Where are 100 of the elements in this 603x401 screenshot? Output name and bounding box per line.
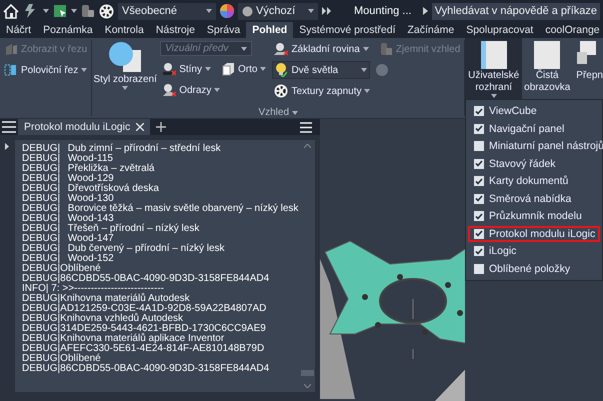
menu-item[interactable]: Protokol modulu iLogic (468, 226, 600, 242)
menu-icon[interactable] (300, 122, 312, 132)
log-line: DEBUG| Wood-147 (22, 234, 114, 244)
ribbon-tab[interactable]: Systémové prostředí (293, 22, 402, 38)
log-line: DEBUG|86CDBD55-0BAC-4090-9D3D-3158FE844AD4 (22, 364, 270, 374)
visual-style-button[interactable]: Styl zobrazení (92, 38, 158, 107)
log-line: DEBUG|Oblíbené (22, 264, 101, 274)
caret-icon (71, 9, 77, 13)
lighting-dropdown[interactable]: Dvě světla (272, 61, 370, 79)
color-wheel-icon[interactable] (220, 4, 234, 18)
blank-window-icon (533, 40, 562, 70)
group-label: Vzhled (258, 107, 290, 118)
log-line: DEBUG| Třešeň – přírodní – nízký lesk (22, 224, 200, 234)
log-line: DEBUG|Knihovna materiálů Autodesk (22, 294, 190, 304)
menu-item[interactable]: Stavový řádek (468, 156, 600, 172)
home-icon[interactable] (3, 4, 19, 18)
log-line: DEBUG|Knihovna vzhledů Autodesk (22, 314, 184, 324)
cube-section-icon (4, 42, 18, 56)
document-title: Mounting ... (354, 5, 412, 17)
figure-reflection-icon (162, 83, 176, 97)
menu-item[interactable]: iLogic (468, 243, 600, 260)
log-line: DEBUG| Wood-152 (22, 254, 114, 264)
ribbon-tab[interactable]: Nástroje (150, 22, 201, 38)
log-line: DEBUG|314DE259-5443-4621-BFBD-1730C6CC9AE9 (22, 324, 267, 334)
cursor-window-icon[interactable] (53, 4, 67, 18)
caret-icon (204, 67, 211, 71)
caret-icon (260, 67, 266, 71)
caret-icon (122, 86, 128, 90)
menu-icon[interactable] (2, 121, 16, 133)
checkbox[interactable] (474, 141, 484, 152)
log-line: DEBUG| Dub zimní – přírodní – střední lesk (22, 144, 222, 154)
log-line: DEBUG|AFEFC330-5E61-4E24-814F-AE810148B79D (22, 344, 266, 354)
cube-icon (220, 62, 235, 76)
log-line: DEBUG| Wood-129 (22, 174, 114, 184)
ortho-button[interactable]: Orto (218, 61, 268, 77)
checkbox[interactable] (474, 194, 484, 204)
textures-button[interactable]: Textury zapnuty (272, 83, 462, 99)
figure-shadow-icon (162, 62, 176, 76)
log-panel-tab[interactable]: Protokol modulu iLogic (18, 119, 150, 135)
help-search-field[interactable]: Vyhledávat v nápovědě a příkaze (432, 2, 600, 20)
checkbox[interactable] (474, 176, 484, 186)
ribbon-tab[interactable]: Pohled (246, 22, 294, 38)
database-icon[interactable] (81, 4, 95, 18)
half-section-button[interactable]: Poloviční řez (2, 62, 90, 78)
menu-item[interactable]: Karty dokumentů (468, 173, 600, 190)
log-line: DEBUG| Wood-143 (22, 214, 114, 224)
double-chevron-icon[interactable] (322, 7, 332, 15)
checkbox[interactable] (474, 124, 484, 134)
ribbon-tab[interactable]: Správa (200, 22, 246, 38)
ribbon-tab[interactable]: coolOrange (539, 22, 603, 38)
log-line: DEBUG|86CDBD55-0BAC-4090-9D3D-3158FE844AD4 (22, 274, 270, 284)
ribbon-tab[interactable]: Poznámka (37, 22, 99, 38)
database-icon (380, 42, 393, 56)
log-line: DEBUG| Dub červený – přírodní – nízký lesk (22, 244, 226, 254)
expand-arrow-icon[interactable] (5, 143, 9, 150)
close-icon[interactable] (136, 123, 144, 131)
caret-icon (362, 47, 369, 51)
log-line: DEBUG| Wood-130 (22, 194, 114, 204)
ribbon-tab[interactable]: Začínáme (402, 22, 460, 38)
caret-icon (308, 9, 314, 13)
shadows-button[interactable]: Stíny (160, 61, 213, 77)
checkbox[interactable] (474, 228, 484, 239)
chevron-up-icon[interactable] (304, 144, 311, 148)
checkered-ball-icon[interactable] (99, 4, 114, 18)
checkbox[interactable] (474, 106, 484, 116)
log-line: DEBUG| Dřevotřísková deska (22, 184, 160, 194)
log-line: DEBUG|Oblíbené (22, 354, 101, 364)
log-line: DEBUG|Knihovna materiálů aplikace Inventor (22, 334, 224, 344)
scrollbar-thumb[interactable] (301, 370, 314, 376)
light-bulb-icon (275, 63, 288, 77)
chevron-down-icon[interactable] (304, 384, 311, 388)
add-icon[interactable] (156, 122, 166, 132)
caret-icon (361, 68, 368, 72)
appearance-dropdown[interactable]: Výchozí (238, 2, 318, 20)
checkbox[interactable] (474, 158, 484, 169)
chevron-right-icon[interactable] (422, 7, 428, 15)
caret-icon (206, 9, 212, 13)
menu-item[interactable]: Navigační panel (468, 120, 600, 137)
log-line: DEBUG|AD121259-C03E-4A1D-92D8-59A22B4807AD (22, 304, 268, 314)
caret-icon (81, 68, 88, 72)
style-dropdown[interactable]: Všeobecné (118, 2, 216, 20)
caret-icon (241, 46, 248, 50)
menu-item[interactable]: Oblíbené položky (468, 260, 600, 277)
reflections-button[interactable]: Odrazy (160, 82, 268, 98)
caret-icon (43, 9, 49, 13)
ribbon-tab[interactable]: Náčrt (0, 22, 38, 38)
menu-item[interactable]: Průzkumník modelu (468, 208, 600, 224)
checkered-ball-icon (274, 84, 288, 98)
ground-plane-button[interactable]: Základní rovina (272, 41, 371, 57)
sphere-icon (242, 6, 253, 16)
half-section-icon (4, 63, 18, 77)
figure-plane-icon (274, 42, 288, 56)
checkbox[interactable] (474, 246, 484, 256)
checkbox[interactable] (474, 264, 484, 274)
menu-item[interactable]: Směrová nabídka (468, 190, 600, 207)
ribbon-tab[interactable]: Spolupracovat (460, 22, 540, 38)
window-layout-icon (480, 40, 508, 70)
caret-icon (214, 88, 220, 92)
checkbox[interactable] (474, 211, 484, 222)
ribbon-tab[interactable]: Kontrola (98, 22, 150, 38)
